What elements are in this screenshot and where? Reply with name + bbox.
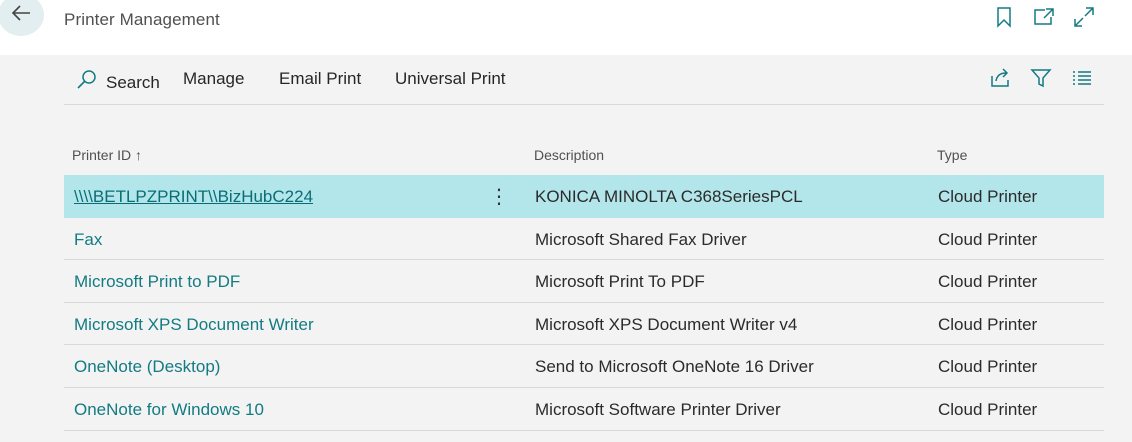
share-icon — [989, 67, 1011, 94]
universal-print-button[interactable]: Universal Print — [395, 69, 506, 89]
email-print-button[interactable]: Email Print — [279, 69, 361, 89]
page-title: Printer Management — [64, 10, 220, 29]
expand-icon — [1073, 6, 1095, 33]
printer-id-link[interactable]: Microsoft XPS Document Writer — [74, 315, 314, 335]
search-icon — [76, 69, 106, 96]
table-row[interactable]: Microsoft XPS Document Writer Microsoft … — [64, 303, 1104, 346]
type-cell: Cloud Printer — [938, 357, 1038, 377]
description-cell: Microsoft Shared Fax Driver — [535, 229, 747, 249]
description-cell: Microsoft Software Printer Driver — [535, 399, 781, 419]
type-cell: Cloud Printer — [938, 272, 1038, 292]
table-header: Printer ID ↑ Description Type — [64, 137, 1104, 175]
column-header-type[interactable]: Type — [937, 147, 967, 163]
page-content: Search Manage Email Print Universal Prin… — [0, 55, 1132, 442]
column-label: Printer ID — [72, 147, 132, 163]
table-row[interactable]: Microsoft Print to PDF Microsoft Print T… — [64, 260, 1104, 303]
search-button[interactable]: Search — [76, 69, 160, 96]
share-button[interactable] — [987, 67, 1013, 93]
table-row[interactable]: \\\\BETLPZPRINT\\BizHubC224 ⋮ KONICA MIN… — [64, 175, 1104, 218]
list-view-button[interactable] — [1069, 67, 1095, 93]
search-label: Search — [106, 72, 160, 92]
page-header: Printer Management — [0, 0, 1132, 55]
manage-button[interactable]: Manage — [183, 69, 244, 89]
column-header-description[interactable]: Description — [534, 147, 604, 163]
printer-id-link[interactable]: \\\\BETLPZPRINT\\BizHubC224 — [74, 187, 313, 207]
column-header-printer-id[interactable]: Printer ID ↑ — [72, 147, 142, 163]
description-cell: Send to Microsoft OneNote 16 Driver — [535, 357, 814, 377]
printer-id-link[interactable]: Fax — [74, 230, 102, 250]
table-row[interactable]: OneNote for Windows 10 Microsoft Softwar… — [64, 388, 1104, 431]
table-row[interactable]: OneNote (Desktop) Send to Microsoft OneN… — [64, 345, 1104, 388]
description-cell: Microsoft XPS Document Writer v4 — [535, 314, 798, 334]
action-bar: Search Manage Email Print Universal Prin… — [64, 55, 1104, 105]
row-actions-menu-icon[interactable]: ⋮ — [488, 184, 510, 208]
bookmark-icon — [995, 6, 1013, 33]
type-cell: Cloud Printer — [938, 229, 1038, 249]
back-button[interactable] — [0, 0, 44, 36]
description-cell: KONICA MINOLTA C368SeriesPCL — [535, 187, 803, 206]
list-view-icon — [1071, 67, 1093, 94]
type-cell: Cloud Printer — [938, 314, 1038, 334]
bookmark-button[interactable] — [991, 6, 1017, 32]
printer-id-link[interactable]: OneNote (Desktop) — [74, 357, 220, 377]
table-row[interactable]: Fax Microsoft Shared Fax Driver Cloud Pr… — [64, 218, 1104, 261]
type-cell: Cloud Printer — [938, 187, 1038, 206]
printer-id-link[interactable]: OneNote for Windows 10 — [74, 400, 264, 420]
filter-icon — [1030, 67, 1052, 94]
printer-id-link[interactable]: Microsoft Print to PDF — [74, 272, 240, 292]
filter-button[interactable] — [1028, 67, 1054, 93]
back-arrow-icon — [10, 2, 32, 29]
type-cell: Cloud Printer — [938, 399, 1038, 419]
description-cell: Microsoft Print To PDF — [535, 272, 705, 292]
printer-table: Printer ID ↑ Description Type \\\\BETLPZ… — [64, 137, 1104, 431]
sort-ascending-icon: ↑ — [135, 147, 143, 163]
open-new-window-button[interactable] — [1031, 6, 1057, 32]
expand-button[interactable] — [1071, 6, 1097, 32]
open-new-window-icon — [1033, 7, 1055, 32]
